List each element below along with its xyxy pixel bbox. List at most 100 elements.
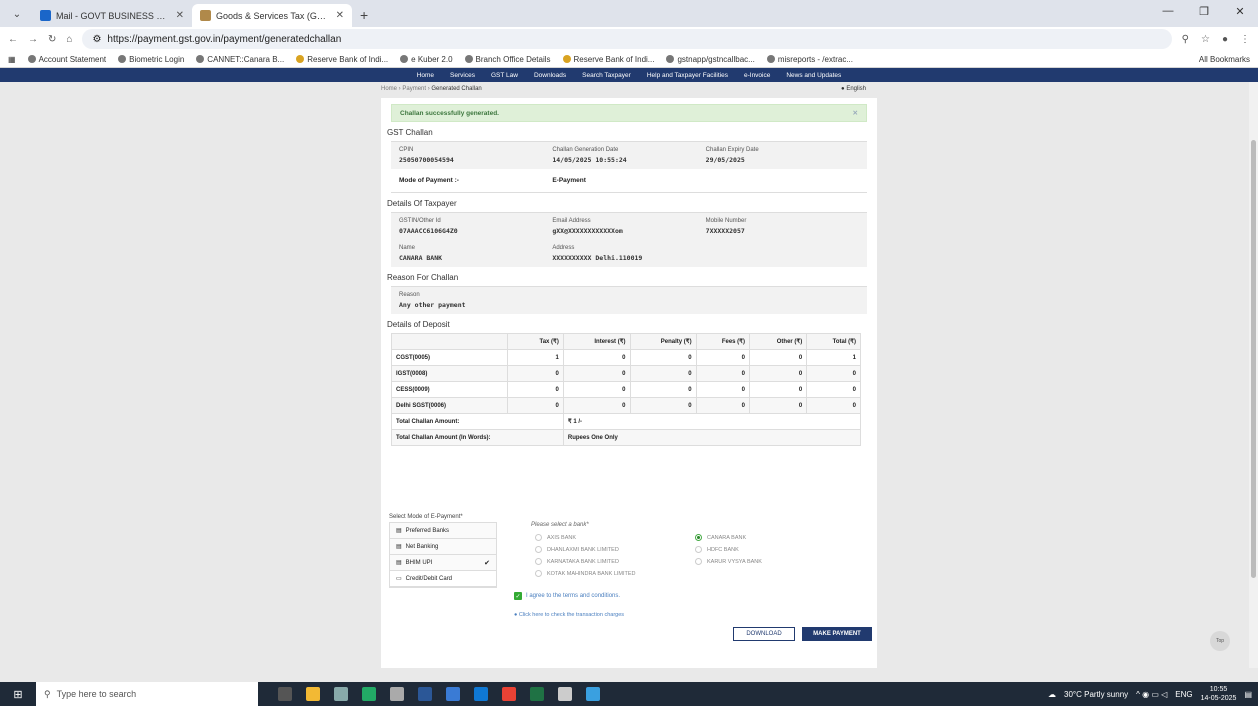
bank-option-kotak[interactable]: KOTAK MAHINDRA BANK LIMITED [535, 570, 695, 577]
minimize-icon[interactable]: — [1150, 0, 1186, 22]
close-tab-icon[interactable]: ✕ [176, 10, 184, 21]
search-icon: ⚲ [44, 688, 51, 699]
tab-search-icon[interactable]: ⌄ [8, 5, 26, 23]
weather-text[interactable]: 30°C Partly sunny [1064, 690, 1128, 699]
url-field[interactable]: ⚙ https://payment.gst.gov.in/payment/gen… [82, 29, 1172, 49]
back-to-top-button[interactable]: Top [1210, 631, 1230, 651]
bank-option-hdfc[interactable]: HDFC BANK [695, 546, 815, 553]
breadcrumb-home[interactable]: Home [381, 86, 397, 92]
generation-date-value: 14/05/2025 10:55:24 [552, 156, 627, 164]
forward-icon[interactable]: → [28, 34, 38, 45]
task-view-icon[interactable] [278, 687, 292, 701]
bank-option-axis[interactable]: AXIS BANK [535, 534, 695, 541]
restore-icon[interactable]: ❐ [1186, 0, 1222, 22]
bank-select-title: Please select a bank* [531, 522, 589, 528]
terms-agree: ✓ I agree to the terms and conditions. [514, 592, 620, 600]
bookmark[interactable]: Reserve Bank of Indi... [562, 55, 654, 64]
nav-home[interactable]: Home [417, 72, 434, 79]
outlook-icon[interactable] [474, 687, 488, 701]
nav-einvoice[interactable]: e-Invoice [744, 72, 770, 79]
profile-icon[interactable]: ● [1222, 34, 1228, 45]
cpin-value: 25050700054594 [399, 156, 454, 164]
file-explorer-icon[interactable] [306, 687, 320, 701]
bookmark-star-icon[interactable]: ☆ [1201, 34, 1210, 45]
bookmark[interactable]: CANNET::Canara B... [196, 55, 284, 64]
close-icon[interactable]: ✕ [853, 109, 858, 117]
weather-icon[interactable]: ☁ [1048, 690, 1056, 699]
mode-card[interactable]: ▭ Credit/Debit Card [390, 571, 496, 587]
total-row: Total Challan Amount: ₹ 1 /- [391, 413, 862, 430]
close-window-icon[interactable]: ✕ [1222, 0, 1258, 22]
download-button[interactable]: DOWNLOAD [733, 627, 795, 641]
reason-info: Reason Any other payment [391, 286, 867, 314]
new-tab-icon[interactable]: + [360, 7, 368, 23]
page-content: Home › Payment › Generated Challan ● Eng… [0, 82, 1258, 668]
bank-option-karnataka[interactable]: KARNATAKA BANK LIMITED [535, 558, 695, 565]
close-tab-icon[interactable]: ✕ [336, 10, 344, 21]
zoom-icon[interactable]: ⚲ [1182, 34, 1189, 45]
bank-option-karur[interactable]: KARUR VYSYA BANK [695, 558, 815, 565]
nav-news[interactable]: News and Updates [786, 72, 841, 79]
card-icon: ▭ [396, 576, 402, 582]
bookmark[interactable]: gstnapp/gstncallbac... [666, 55, 755, 64]
scrollbar[interactable] [1249, 82, 1258, 668]
tray-icons[interactable]: ^ ◉ ▭ ◁ [1136, 690, 1167, 699]
terms-label[interactable]: I agree to the terms and conditions. [526, 593, 620, 599]
app-icon[interactable] [558, 687, 572, 701]
bookmark[interactable]: Account Statement [27, 55, 106, 64]
clock[interactable]: 10:55 14-05-2025 [1201, 685, 1237, 703]
chrome-icon[interactable] [502, 687, 516, 701]
back-icon[interactable]: ← [8, 34, 18, 45]
windows-start-icon[interactable]: ⊞ [0, 688, 36, 701]
transaction-charges-link[interactable]: ● Click here to check the transaction ch… [514, 612, 624, 618]
mode-bhim-upi[interactable]: ▤ BHIM UPI ✔ [390, 555, 496, 571]
all-bookmarks[interactable]: All Bookmarks [1191, 55, 1250, 64]
nav-help[interactable]: Help and Taxpayer Facilities [647, 72, 728, 79]
app-icon[interactable] [446, 687, 460, 701]
bank-icon: ▤ [396, 528, 402, 534]
payment-mode-list: ▤ Preferred Banks ▤ Net Banking ▤ BHIM UPI ✔… [389, 522, 497, 588]
nav-search-taxpayer[interactable]: Search Taxpayer [582, 72, 631, 79]
bookmark[interactable]: Reserve Bank of Indi... [296, 55, 388, 64]
reload-icon[interactable]: ↻ [48, 34, 56, 45]
table-row: IGST(0008) 000000 [390, 365, 861, 382]
search-placeholder: Type here to search [56, 689, 137, 699]
email-value: gXX@XXXXXXXXXXXXom [552, 227, 623, 235]
bank-option-dhanlaxmi[interactable]: DHANLAXMI BANK LIMITED [535, 546, 695, 553]
bookmark[interactable]: misreports - /extrac... [766, 55, 853, 64]
address-bar: ← → ↻ ⌂ ⚙ https://payment.gst.gov.in/pay… [0, 27, 1258, 51]
nav-services[interactable]: Services [450, 72, 475, 79]
tab-mail[interactable]: Mail - GOVT BUSINESS SECTIO ✕ [32, 4, 192, 27]
mode-preferred-banks[interactable]: ▤ Preferred Banks [390, 523, 496, 539]
notification-icon[interactable]: ▤ [1244, 690, 1252, 699]
excel-icon[interactable] [530, 687, 544, 701]
nav-downloads[interactable]: Downloads [534, 72, 566, 79]
app-icon[interactable] [586, 687, 600, 701]
table-header: Tax (₹) [507, 333, 564, 350]
language-selector[interactable]: ● English [841, 86, 866, 92]
language-indicator[interactable]: ENG [1175, 690, 1192, 699]
make-payment-button[interactable]: MAKE PAYMENT [802, 627, 872, 641]
breadcrumb-payment[interactable]: Payment [402, 86, 426, 92]
terms-checkbox[interactable]: ✓ [514, 592, 522, 600]
tab-title: Goods & Services Tax (GST) | P [216, 10, 331, 21]
menu-icon[interactable]: ⋮ [1240, 34, 1250, 45]
bookmark[interactable]: e Kuber 2.0 [400, 55, 453, 64]
calculator-icon[interactable] [390, 687, 404, 701]
word-icon[interactable] [418, 687, 432, 701]
app-icon[interactable] [362, 687, 376, 701]
check-icon: ✔ [484, 559, 490, 567]
bookmark[interactable]: Branch Office Details [464, 55, 551, 64]
apps-icon[interactable]: ▦ [8, 55, 16, 64]
deposit-heading: Details of Deposit [387, 320, 450, 329]
bookmark[interactable]: Biometric Login [118, 55, 184, 64]
email-label: Email Address [552, 218, 591, 224]
nav-gst-law[interactable]: GST Law [491, 72, 518, 79]
taskbar-search[interactable]: ⚲ Type here to search [36, 682, 258, 706]
mode-net-banking[interactable]: ▤ Net Banking [390, 539, 496, 555]
tab-gst[interactable]: Goods & Services Tax (GST) | P ✕ [192, 4, 352, 27]
app-icon[interactable] [334, 687, 348, 701]
home-icon[interactable]: ⌂ [66, 34, 72, 45]
bank-option-canara[interactable]: CANARA BANK [695, 534, 815, 541]
site-info-icon[interactable]: ⚙ [92, 34, 101, 45]
